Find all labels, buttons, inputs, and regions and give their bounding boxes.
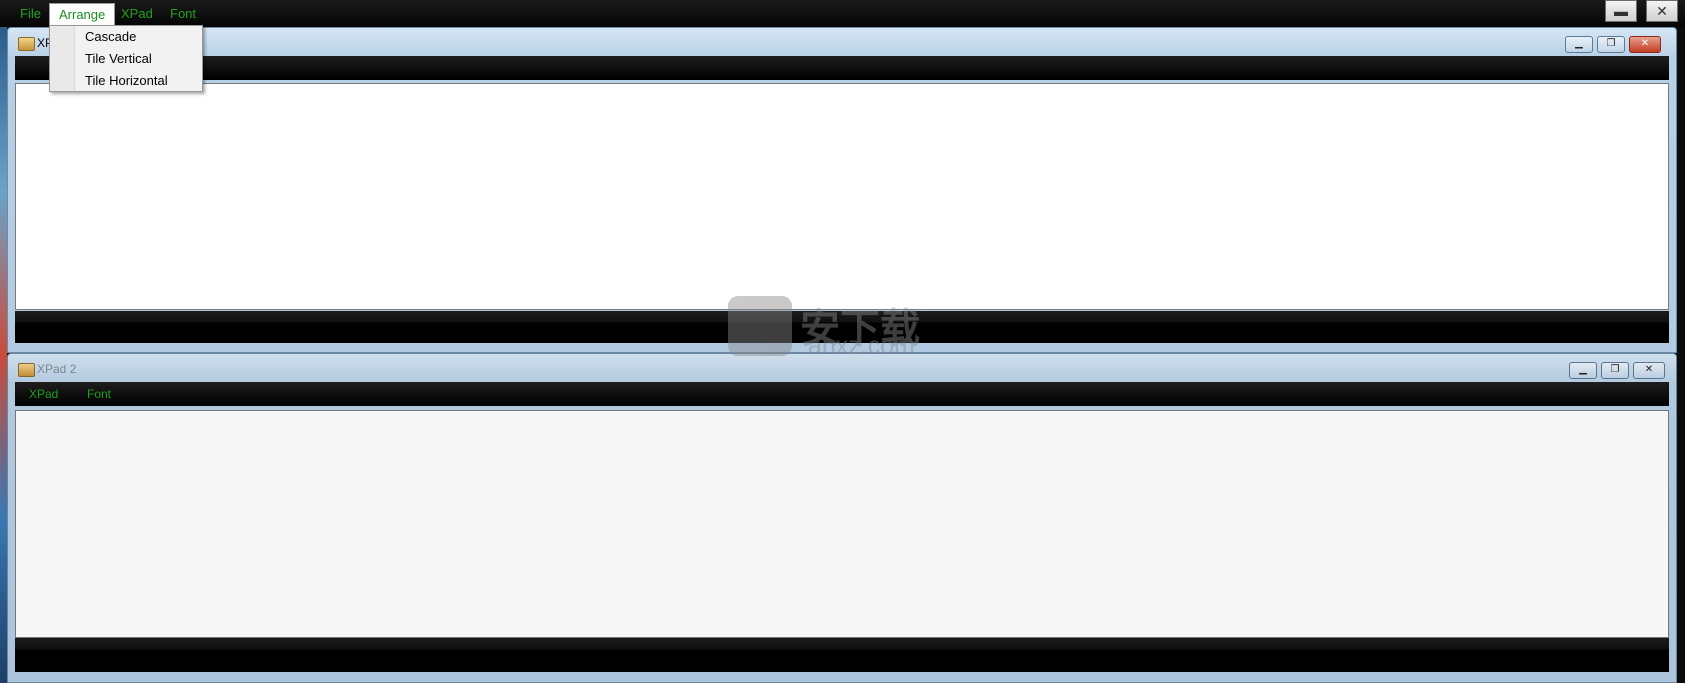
window-1-close-button[interactable]: ✕: [1629, 36, 1661, 53]
window-2-close-button[interactable]: ✕: [1633, 362, 1665, 379]
xpad-notepad-icon: [18, 37, 35, 51]
minimize-icon: ▬: [1614, 3, 1628, 19]
xpad-window-2: XPad 2 ▁ ❐ ✕ XPad Font: [7, 353, 1677, 683]
parent-close-button[interactable]: ✕: [1646, 0, 1678, 22]
menu-xpad[interactable]: XPad: [121, 6, 153, 21]
parent-minimize-button[interactable]: ▬: [1605, 0, 1637, 22]
menu-font[interactable]: Font: [170, 6, 196, 21]
window-2-minimize-button[interactable]: ▁: [1569, 362, 1597, 379]
menu-item-tile-horizontal[interactable]: Tile Horizontal: [85, 73, 168, 88]
desktop-background-strip: [0, 27, 7, 683]
window-2-menu-xpad[interactable]: XPad: [29, 387, 58, 401]
watermark-url: anxz.com: [808, 332, 915, 360]
window-1-restore-button[interactable]: ❐: [1597, 36, 1625, 53]
window-2-menu-font[interactable]: Font: [87, 387, 111, 401]
window-2-restore-button[interactable]: ❐: [1601, 362, 1629, 379]
window-1-menubar: [15, 56, 1669, 80]
window-2-text-editor[interactable]: [15, 410, 1669, 638]
minimize-icon: ▁: [1579, 364, 1587, 375]
close-icon: ✕: [1644, 364, 1654, 375]
shield-bag-icon: [728, 296, 792, 356]
menu-item-cascade[interactable]: Cascade: [85, 29, 136, 44]
window-1-titlebar[interactable]: XPad 1 ▁ ❐ ✕: [8, 28, 1676, 56]
close-icon: ✕: [1656, 3, 1668, 19]
menu-item-tile-vertical[interactable]: Tile Vertical: [85, 51, 152, 66]
minimize-icon: ▁: [1575, 38, 1583, 49]
restore-icon: ❐: [1606, 38, 1616, 49]
menu-arrange[interactable]: Arrange: [49, 3, 116, 27]
close-icon: ✕: [1640, 38, 1650, 49]
window-1-text-editor[interactable]: [15, 83, 1669, 310]
window-1-minimize-button[interactable]: ▁: [1565, 36, 1593, 53]
window-2-title: XPad 2: [37, 362, 77, 376]
restore-icon: ❐: [1610, 364, 1620, 375]
menu-gutter: [50, 26, 75, 91]
menu-file[interactable]: File: [20, 6, 41, 21]
window-2-statusbar: [15, 638, 1669, 672]
xpad-notepad-icon: [18, 363, 35, 377]
window-2-menubar: XPad Font: [15, 382, 1669, 406]
main-menubar: File Arrange XPad Font ▬ ✕: [0, 0, 1685, 27]
arrange-dropdown-menu: Cascade Tile Vertical Tile Horizontal: [49, 25, 203, 92]
